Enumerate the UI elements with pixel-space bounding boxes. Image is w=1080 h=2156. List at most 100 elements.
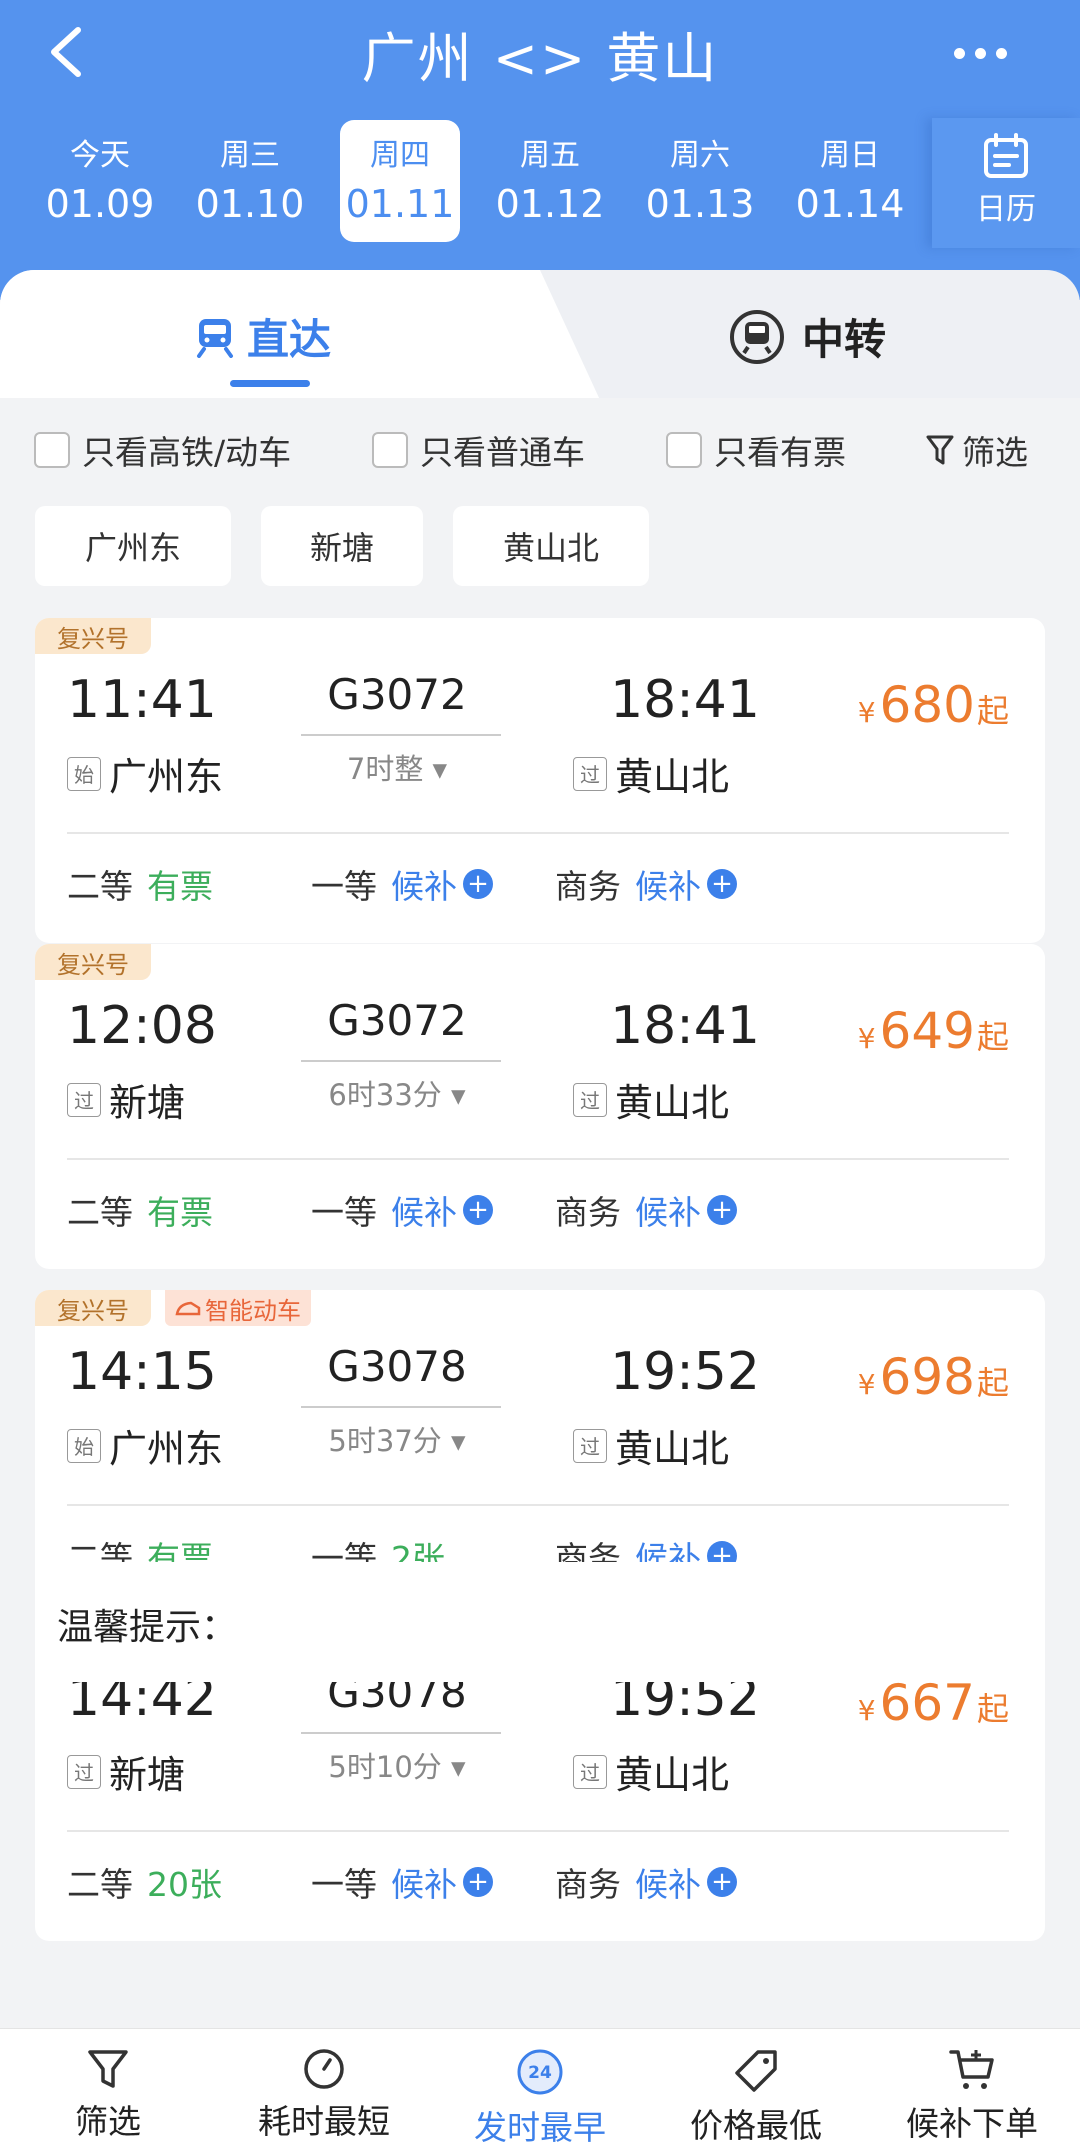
badges: 复兴号 智能动车 [35,1290,311,1326]
checkbox[interactable] [34,432,70,468]
station-tag: 过 [573,756,607,791]
station-chip[interactable]: 新塘 [261,506,423,586]
station-tag: 过 [67,1082,101,1117]
calendar-label: 日历 [976,192,1036,227]
seat-class[interactable]: 一等 候补 + [311,1186,493,1234]
date-tab-weekday: 周五 [520,138,580,173]
seat-waitlist[interactable]: 候补 + [635,1858,737,1906]
seat-class[interactable]: 商务 候补 + [555,860,737,908]
duration[interactable]: 6时33分 ▾ [297,1072,497,1114]
checkbox[interactable] [372,432,408,468]
nav-cheapest[interactable]: 价格最低 [648,2029,864,2156]
seat-waitlist[interactable]: 候补 + [635,1186,737,1234]
more-dot-icon [995,47,1007,59]
price-suffix: 起 [976,1364,1009,1402]
seat-name: 二等 [67,1193,133,1232]
seat-class[interactable]: 一等 候补 + [311,1858,493,1906]
filter-high-speed-label: 只看高铁/动车 [82,433,292,472]
tab-direct-underline [230,380,310,387]
seat-waitlist[interactable]: 候补 + [391,860,493,908]
filter-normal[interactable]: 只看普通车 [372,426,585,474]
station-tag: 过 [573,1428,607,1463]
arrival-station-name: 黄山北 [615,1081,730,1125]
date-tab[interactable]: 今天 01.09 [40,120,160,242]
clock-icon [304,2049,344,2089]
date-tab-selected[interactable]: 周四 01.11 [340,120,460,242]
seat-class[interactable]: 商务 候补 + [555,1186,737,1234]
date-tab[interactable]: 周六 01.13 [640,120,760,242]
train-number: G3072 [327,670,467,719]
date-tab[interactable]: 周三 01.10 [190,120,310,242]
price-value: 680 [879,676,975,734]
seat-class[interactable]: 商务 候补 + [555,1858,737,1906]
seat-name: 二等 [67,1865,133,1904]
arrival-station: 过 黄山北 [573,746,729,801]
seat-class[interactable]: 二等 有票 [67,1186,213,1234]
seat-waitlist[interactable]: 候补 + [391,1186,493,1234]
nav-label: 筛选 [75,2102,141,2141]
departure-station-name: 广州东 [109,1427,224,1471]
train-line [301,1406,501,1408]
date-tab-date: 01.11 [345,182,455,226]
seat-class[interactable]: 一等 候补 + [311,860,493,908]
seat-class[interactable]: 二等 有票 [67,860,213,908]
departure-station-name: 广州东 [109,755,224,799]
calendar-button[interactable]: 日历 [932,118,1080,248]
date-tab-date: 01.10 [195,182,305,226]
arrival-time: 19:52 [610,1342,760,1402]
caret-down-icon: ▾ [451,1078,466,1112]
price: ¥ 680 起 [858,676,1009,734]
train-icon [197,318,233,358]
nav-label: 候补下单 [906,2104,1038,2143]
tab-direct-label: 直达 [247,315,332,364]
nav-earliest[interactable]: 24 发时最早 [432,2029,648,2156]
tab-direct[interactable]: 直达 [195,306,331,367]
duration-text: 5时37分 [328,1424,442,1458]
currency-symbol: ¥ [857,1022,876,1055]
seat-status: 候补 [391,1865,457,1904]
seat-status: 候补 [391,1193,457,1232]
filter-high-speed[interactable]: 只看高铁/动车 [34,426,291,474]
train-card[interactable]: 复兴号 11:41 G3072 7时整 ▾ 18:41 始 广州东 过 黄山北 … [35,618,1045,943]
station-tag: 过 [573,1754,607,1789]
nav-waitlist[interactable]: 候补下单 [864,2029,1080,2156]
seat-status: 有票 [147,867,213,906]
filter-available[interactable]: 只看有票 [666,426,846,474]
more-button[interactable] [940,28,1020,78]
seat-waitlist[interactable]: 候补 + [391,1858,493,1906]
seat-waitlist[interactable]: 候补 + [635,860,737,908]
date-tab[interactable]: 周五 01.12 [490,120,610,242]
plus-icon: + [463,1195,493,1225]
nav-label: 耗时最短 [258,2102,390,2141]
duration[interactable]: 5时10分 ▾ [297,1744,497,1786]
arrival-station-name: 黄山北 [615,1427,730,1471]
nav-filter[interactable]: 筛选 [0,2029,216,2156]
arrival-station: 过 黄山北 [573,1072,729,1127]
tab-transfer-label: 中转 [802,315,887,364]
station-chip[interactable]: 广州东 [35,506,231,586]
duration[interactable]: 5时37分 ▾ [297,1418,497,1460]
price: ¥ 649 起 [858,1002,1009,1060]
train-card[interactable]: 复兴号 12:08 G3072 6时33分 ▾ 18:41 过 新塘 过 黄山北… [35,944,1045,1269]
date-tab[interactable]: 周日 01.14 [790,120,910,242]
station-chips: 广州东 新塘 黄山北 [0,506,1080,588]
station-tag: 过 [67,1754,101,1789]
train-line [301,1732,501,1734]
tab-transfer[interactable]: 中转 [728,306,886,367]
nav-shortest[interactable]: 耗时最短 [216,2029,432,2156]
seat-class[interactable]: 二等 20张 [67,1858,222,1906]
station-chip[interactable]: 黄山北 [453,506,649,586]
duration[interactable]: 7时整 ▾ [297,746,497,788]
plus-icon: + [707,869,737,899]
divider [67,1504,1009,1506]
checkbox[interactable] [666,432,702,468]
smart-train-icon [175,1301,201,1316]
filter-icon [926,435,954,465]
screen-label: 筛选 [962,433,1028,472]
price-suffix: 起 [976,692,1009,730]
train-number: G3078 [327,1342,467,1391]
seat-status: 有票 [147,1193,213,1232]
more-dot-icon [974,47,986,59]
screen-button[interactable]: 筛选 [926,426,1028,474]
date-tab-weekday: 周三 [220,138,280,173]
